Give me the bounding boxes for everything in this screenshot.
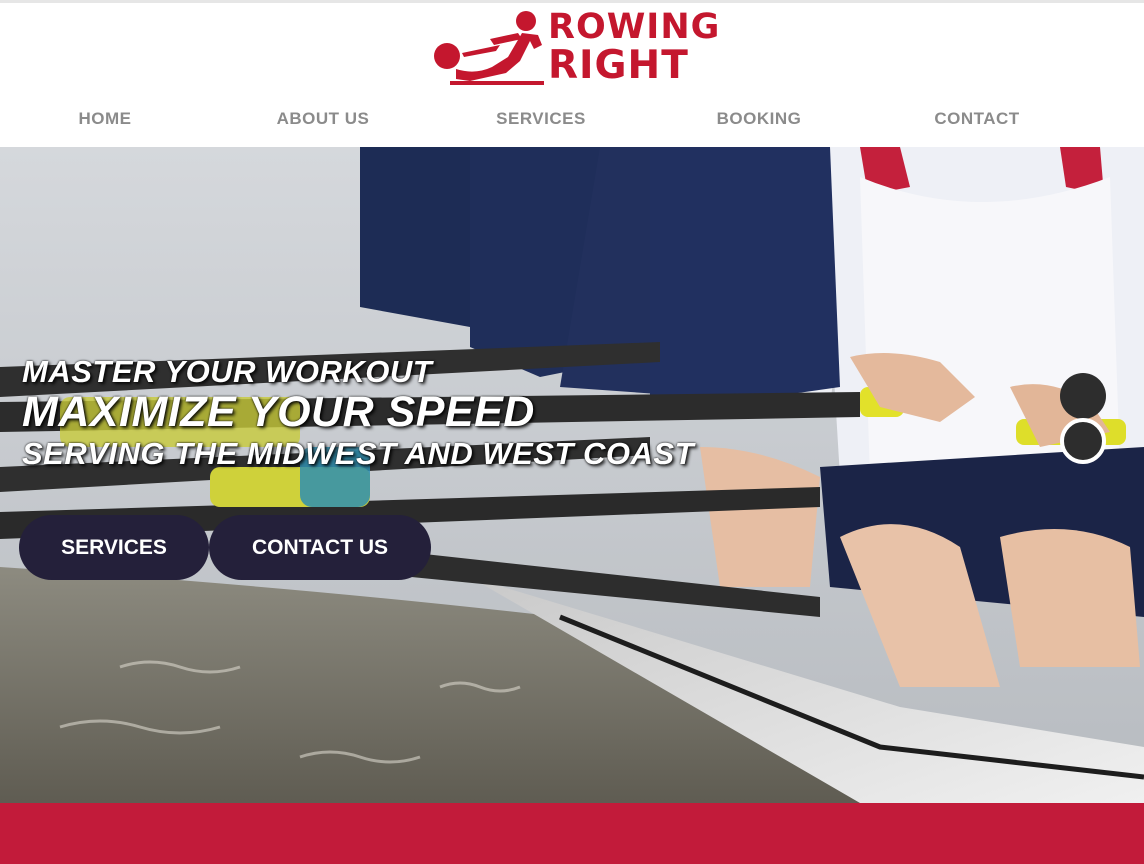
- logo-text-rowing: ROWING: [548, 7, 721, 47]
- slider-dot-1[interactable]: [1060, 373, 1106, 419]
- nav-services[interactable]: SERVICES: [496, 109, 586, 129]
- nav-about-us[interactable]: ABOUT US: [277, 109, 370, 129]
- nav-contact[interactable]: CONTACT: [934, 109, 1019, 129]
- services-button[interactable]: SERVICES: [19, 515, 209, 580]
- rower-logo-icon: [434, 11, 544, 85]
- site-header: ROWING RIGHT HOME ABOUT US SERVICES BOOK…: [0, 3, 1144, 147]
- logo-text-right: RIGHT: [548, 43, 689, 88]
- slider-dot-2[interactable]: [1060, 418, 1106, 464]
- hero-line-maximize-speed: MAXIMIZE YOUR SPEED: [22, 388, 535, 436]
- nav-booking[interactable]: BOOKING: [717, 109, 802, 129]
- contact-us-button[interactable]: CONTACT US: [209, 515, 431, 580]
- nav-home[interactable]: HOME: [79, 109, 132, 129]
- footer-band: [0, 803, 1144, 864]
- hero-line-serving-region: SERVING THE MIDWEST AND WEST COAST: [22, 436, 695, 471]
- hero-line-master-workout: MASTER YOUR WORKOUT: [22, 354, 433, 389]
- hero-slider: MASTER YOUR WORKOUT MAXIMIZE YOUR SPEED …: [0, 147, 1144, 803]
- rowing-crew-hero-image: [0, 147, 1144, 803]
- main-nav: HOME ABOUT US SERVICES BOOKING CONTACT: [0, 109, 1144, 133]
